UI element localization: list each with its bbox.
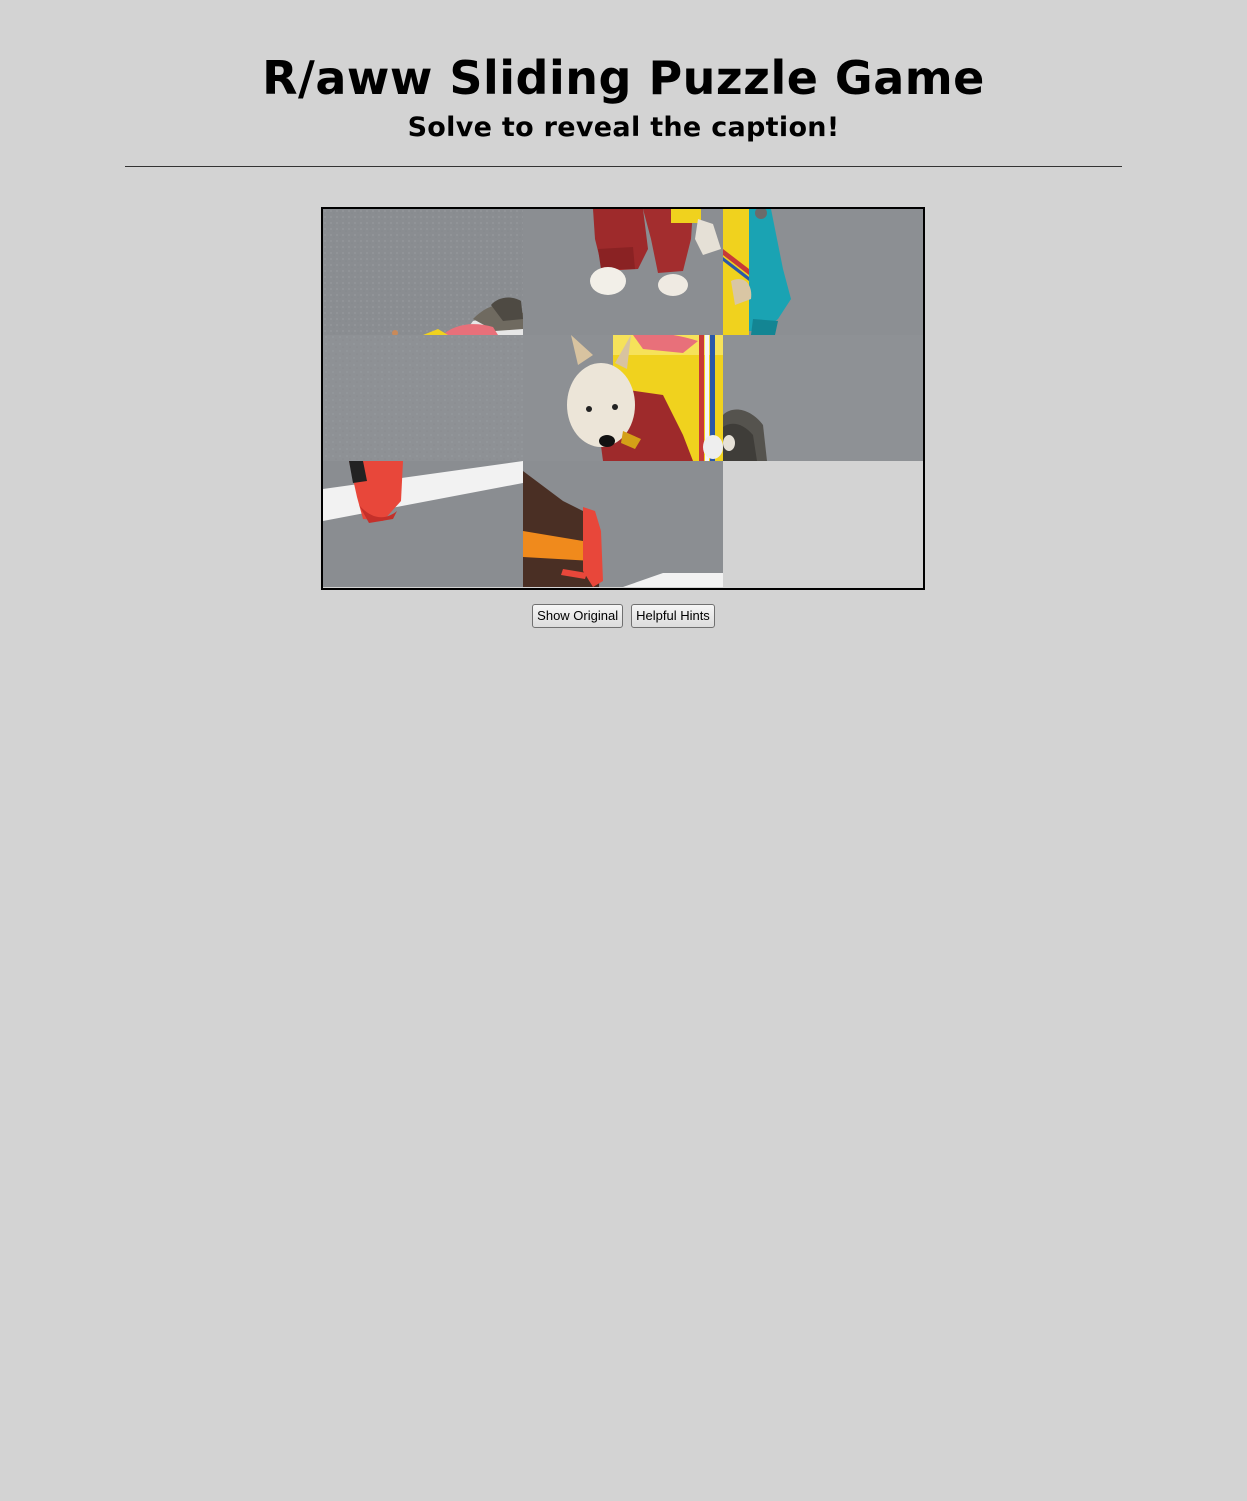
page-title: R/aww Sliding Puzzle Game: [262, 51, 985, 105]
puzzle-tile-8[interactable]: [523, 461, 723, 587]
puzzle-tile-7[interactable]: [323, 461, 523, 587]
puzzle-tile-1[interactable]: [323, 209, 523, 335]
puzzle-tile-4[interactable]: [323, 335, 523, 461]
puzzle-tile-6[interactable]: [723, 335, 923, 461]
show-original-button[interactable]: Show Original: [532, 604, 624, 628]
puzzle-controls: Show Original Helpful Hints: [0, 604, 1247, 628]
puzzle-board: [321, 207, 925, 590]
page-subtitle: Solve to reveal the caption!: [407, 112, 840, 143]
puzzle-tile-3[interactable]: [723, 209, 923, 335]
puzzle-tile-2[interactable]: [523, 209, 723, 335]
helpful-hints-button[interactable]: Helpful Hints: [631, 604, 715, 628]
header-divider: [125, 166, 1122, 167]
empty-slot: [723, 461, 923, 587]
puzzle-tile-5[interactable]: [523, 335, 723, 461]
